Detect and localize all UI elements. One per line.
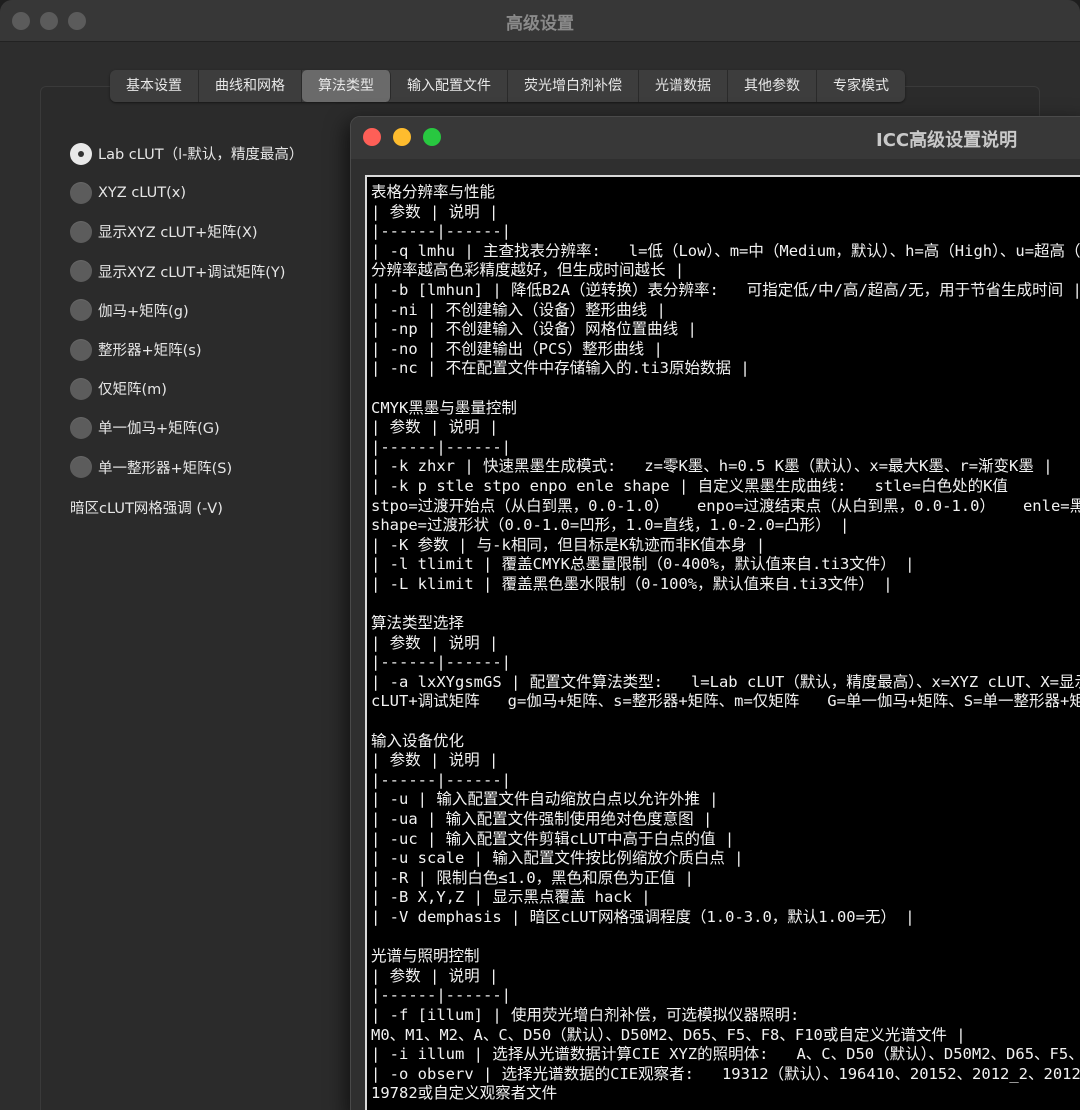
radio-button[interactable] [70, 142, 92, 165]
radio-label: 单一伽马+矩阵(G) [98, 421, 220, 438]
tab-6[interactable]: 其他参数 [728, 70, 817, 102]
radio-button[interactable] [70, 377, 92, 400]
radio-label: 显示XYZ cLUT+矩阵(X) [98, 225, 258, 242]
help-text-line: |------|------| [371, 437, 511, 456]
help-text-line: | -u | 输入配置文件自动缩放白点以允许外推 | [371, 790, 719, 809]
help-text-line: | -uc | 输入配置文件剪辑cLUT中高于白点的值 | [371, 829, 735, 848]
tab-7[interactable]: 专家模式 [817, 70, 905, 102]
help-text-line: |------|------| [371, 986, 511, 1005]
radio-label: 单一整形器+矩阵(S) [98, 460, 233, 477]
help-text-line: | -i illum | 选择从光谱数据计算CIE XYZ的照明体: A、C、D… [371, 1045, 1080, 1064]
help-text-line: | -ua | 输入配置文件强制使用绝对色度意图 | [371, 810, 713, 828]
help-text-line: | -l tlimit | 覆盖CMYK总墨量限制（0-400%，默认值来自.t… [371, 555, 915, 574]
help-text-line: | 参数 | 说明 | [371, 202, 499, 221]
help-text-line: | -f [illum] | 使用荧光增白剂补偿，可选模拟仪器照明: [371, 1005, 800, 1024]
zoom-window-button[interactable] [423, 128, 441, 146]
help-text-line: | -B X,Y,Z | 显示黑点覆盖 hack | [371, 888, 651, 907]
help-text-line: cLUT+调试矩阵 g=伽马+矩阵、s=整形器+矩阵、m=仅矩阵 G=单一伽马+… [371, 692, 1080, 711]
help-text-line: | -o observ | 选择光谱数据的CIE观察者: 19312（默认）、1… [371, 1064, 1080, 1083]
help-text-line: shape=过渡形状（0.0-1.0=凹形，1.0=直线，1.0-2.0=凸形）… [371, 516, 850, 535]
algorithm-option-5[interactable]: 整形器+矩阵(s) [70, 330, 303, 369]
help-text-line: 19782或自定义观察者文件 [371, 1084, 558, 1103]
help-text-line [371, 712, 1080, 732]
radio-button[interactable] [70, 260, 92, 283]
help-text-line: | -ni | 不创建输入（设备）整形曲线 | [371, 300, 666, 319]
algorithm-option-7[interactable]: 单一伽马+矩阵(G) [70, 408, 303, 447]
algorithm-option-0[interactable]: Lab cLUT（l-默认，精度最高） [70, 134, 303, 173]
algorithm-option-4[interactable]: 伽马+矩阵(g) [70, 291, 303, 330]
help-text-line: | -no | 不创建输出（PCS）整形曲线 | [371, 339, 663, 358]
help-text-line: | -nc | 不在配置文件中存储输入的.ti3原始数据 | [371, 359, 750, 378]
radio-label: Lab cLUT（l-默认，精度最高） [98, 147, 304, 164]
tab-3[interactable]: 输入配置文件 [391, 70, 508, 102]
help-text-line: | 参数 | 说明 | [371, 418, 499, 437]
radio-label: 伽马+矩阵(g) [98, 303, 189, 320]
algorithm-option-3[interactable]: 显示XYZ cLUT+调试矩阵(Y) [70, 252, 303, 291]
radio-button[interactable] [70, 181, 92, 204]
help-text-line: | -np | 不创建输入（设备）网格位置曲线 | [371, 320, 697, 339]
help-text-line [371, 594, 1080, 614]
help-text-line: M0、M1、M2、A、C、D50（默认）、D50M2、D65、F5、F8、F10… [371, 1025, 966, 1044]
help-text-line: 算法类型选择 [371, 614, 465, 633]
help-text-line: 输入设备优化 [371, 731, 465, 750]
help-text-line: | -u scale | 输入配置文件按比例缩放介质白点 | [371, 849, 744, 868]
radio-button[interactable] [70, 416, 92, 439]
help-text-line: CMYK黑墨与墨量控制 [371, 398, 517, 417]
help-text-line: | -b [lmhun] | 降低B2A（逆转换）表分辨率: 可指定低/中/高/… [371, 280, 1080, 299]
radio-button[interactable] [70, 299, 92, 322]
help-text-line [371, 928, 1080, 948]
help-text-line: 光谱与照明控制 [371, 947, 480, 966]
help-text-line: | -V demphasis | 暗区cLUT网格强调程度（1.0-3.0，默认… [371, 907, 915, 926]
main-titlebar: 高级设置 [0, 0, 1080, 42]
algorithm-option-6[interactable]: 仅矩阵(m) [70, 369, 303, 408]
radio-label: 整形器+矩阵(s) [98, 343, 202, 360]
radio-button[interactable] [70, 456, 92, 479]
help-window: ICC高级设置说明 表格分辨率与性能 | 参数 | 说明 | |------|---… [350, 116, 1080, 1110]
algorithm-option-1[interactable]: XYZ cLUT(x) [70, 173, 303, 212]
radio-label: 显示XYZ cLUT+调试矩阵(Y) [98, 264, 286, 281]
help-text-line: 表格分辨率与性能 [371, 183, 496, 201]
help-text-line: | -k zhxr | 快速黑墨生成模式: z=零K墨、h=0.5 K墨（默认）… [371, 457, 1053, 476]
help-text-line: 分辨率越高色彩精度越好，但生成时间越长 | [371, 261, 685, 280]
minimize-window-button[interactable] [393, 128, 411, 146]
help-text-line: | 参数 | 说明 | [371, 633, 499, 652]
help-text-line [371, 379, 1080, 399]
help-text-line: | -q lmhu | 主查找表分辨率: l=低（Low）、m=中（Medium… [371, 241, 1080, 260]
help-text-line: | 参数 | 说明 | [371, 751, 499, 770]
help-text-line: | -L klimit | 覆盖黑色墨水限制（0-100%，默认值来自.ti3文… [371, 574, 893, 593]
tab-1[interactable]: 曲线和网格 [199, 70, 302, 102]
help-window-title: ICC高级设置说明 [876, 130, 1018, 151]
algorithm-option-2[interactable]: 显示XYZ cLUT+矩阵(X) [70, 212, 303, 251]
radio-button[interactable] [70, 338, 92, 361]
help-text-line: |------|------| [371, 222, 511, 241]
dark-clut-emphasis-label[interactable]: 暗区cLUT网格强调 (-V) [70, 497, 223, 518]
help-text-line: |------|------| [371, 653, 511, 672]
help-text-line: | 参数 | 说明 | [371, 966, 499, 985]
help-titlebar: ICC高级设置说明 [351, 117, 1080, 159]
help-text-line: | -K 参数 | 与-k相同，但目标是K轨迹而非K值本身 | [371, 535, 766, 554]
algorithm-type-options: Lab cLUT（l-默认，精度最高） XYZ cLUT(x) 显示XYZ cLUT… [70, 134, 303, 487]
tab-4[interactable]: 荧光增白剂补偿 [508, 70, 639, 102]
help-text-area[interactable]: 表格分辨率与性能 | 参数 | 说明 | |------|------| | -q l… [365, 175, 1080, 1110]
help-text-line: |------|------| [371, 770, 511, 789]
close-window-button[interactable] [363, 128, 381, 146]
help-text-line: | -a lxXYgsmGS | 配置文件算法类型: l=Lab cLUT（默认… [371, 672, 1080, 691]
radio-button[interactable] [70, 220, 92, 243]
help-text-content: 表格分辨率与性能 | 参数 | 说明 | |------|------| | -q l… [371, 183, 1080, 1104]
algorithm-option-8[interactable]: 单一整形器+矩阵(S) [70, 448, 303, 487]
radio-label: 仅矩阵(m) [98, 382, 167, 399]
radio-label: XYZ cLUT(x) [98, 184, 187, 201]
help-text-line: | -R | 限制白色≤1.0，黑色和原色为正值 | [371, 868, 694, 887]
tab-2[interactable]: 算法类型 [302, 70, 391, 102]
help-text-line: | -k p stle stpo enpo enle shape | 自定义黑墨… [371, 476, 1008, 495]
window-title: 高级设置 [506, 14, 574, 34]
help-text-line: stpo=过渡开始点（从白到黑，0.0-1.0） enpo=过渡结束点（从白到黑… [371, 496, 1080, 515]
tab-5[interactable]: 光谱数据 [639, 70, 728, 102]
settings-tabbar: 基本设置 曲线和网格 算法类型 输入配置文件 荧光增白剂补偿 光谱数据 其他参数 专家模式 [110, 70, 905, 102]
tab-0[interactable]: 基本设置 [110, 70, 199, 102]
